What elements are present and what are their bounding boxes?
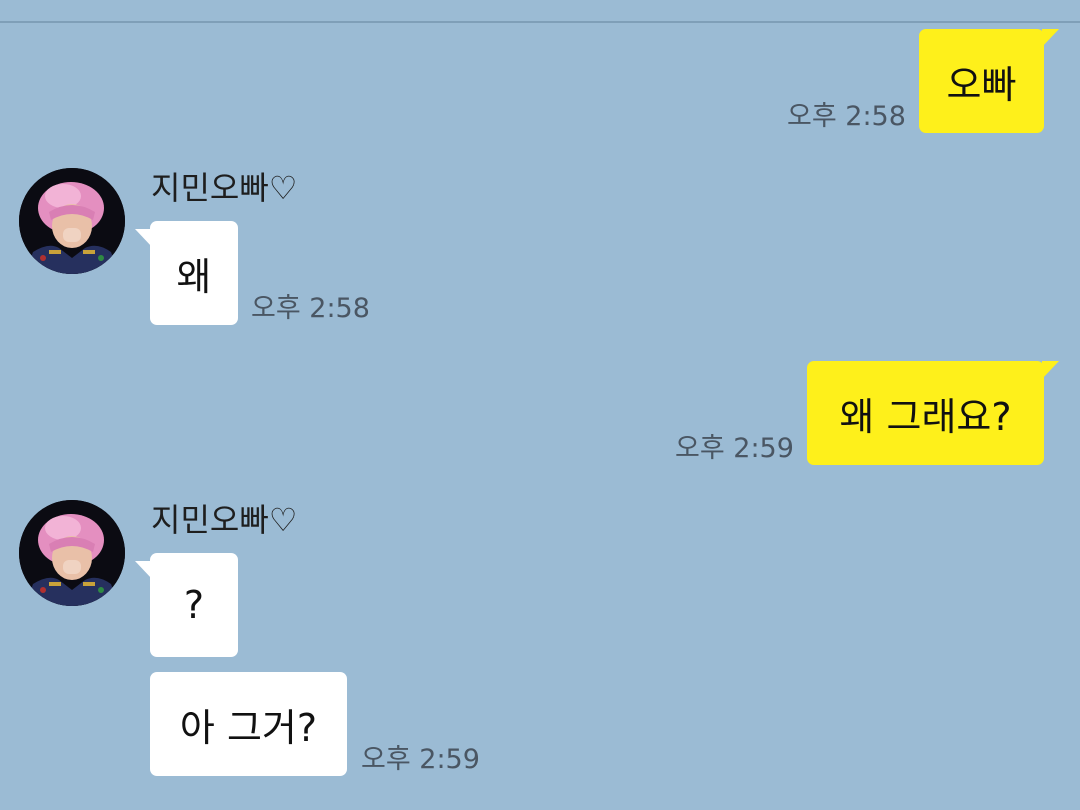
- message-bubble-sent[interactable]: 왜 그래요?: [807, 361, 1059, 465]
- message-bubble-received[interactable]: 아 그거?: [150, 672, 347, 776]
- message-timestamp: 오후 2:59: [361, 744, 480, 775]
- message-text: ?: [183, 583, 205, 627]
- message-timestamp: 오후 2:59: [675, 433, 794, 464]
- header-divider: [0, 21, 1080, 23]
- message-bubble-received[interactable]: 왜: [135, 221, 238, 325]
- avatar-image: [19, 500, 125, 606]
- message-bubble-received[interactable]: ?: [135, 553, 238, 657]
- sender-name: 지민오빠♡: [151, 501, 298, 539]
- message-bubble-sent[interactable]: 오빠: [919, 29, 1059, 133]
- avatar[interactable]: [19, 500, 125, 606]
- avatar[interactable]: [19, 168, 125, 274]
- message-text: 아 그거?: [179, 705, 318, 750]
- message-timestamp: 오후 2:58: [787, 101, 906, 132]
- message-text: 오빠: [946, 62, 1017, 107]
- message-text: 왜 그래요?: [839, 394, 1012, 439]
- message-text: 왜: [176, 254, 212, 299]
- avatar-image: [19, 168, 125, 274]
- message-timestamp: 오후 2:58: [251, 293, 370, 324]
- sender-name: 지민오빠♡: [151, 169, 298, 207]
